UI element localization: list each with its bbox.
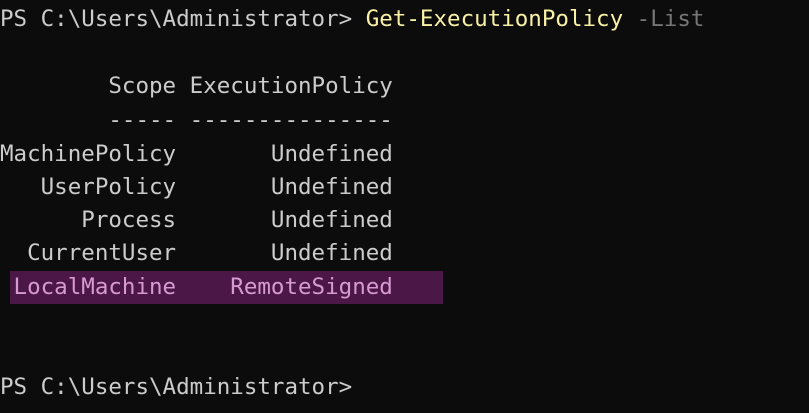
command-parameter: -List — [623, 6, 705, 32]
table-row-machinepolicy: MachinePolicy Undefined — [0, 141, 393, 167]
prompt-line: PS C:\Users\Administrator> — [0, 374, 353, 400]
command-name: Get-ExecutionPolicy — [365, 6, 624, 32]
powershell-terminal[interactable]: PS C:\Users\Administrator> Get-Execution… — [0, 0, 809, 413]
command-line: PS C:\Users\Administrator> Get-Execution… — [0, 3, 704, 36]
table-row-localmachine[interactable]: LocalMachine RemoteSigned — [0, 271, 393, 304]
table-separator: ----- --------------- — [0, 107, 393, 133]
table-header: Scope ExecutionPolicy — [0, 73, 393, 99]
table-row-currentuser: CurrentUser Undefined — [0, 240, 393, 266]
table-row-userpolicy: UserPolicy Undefined — [0, 174, 393, 200]
prompt: PS C:\Users\Administrator> — [0, 6, 366, 32]
table-row-process: Process Undefined — [0, 207, 393, 233]
